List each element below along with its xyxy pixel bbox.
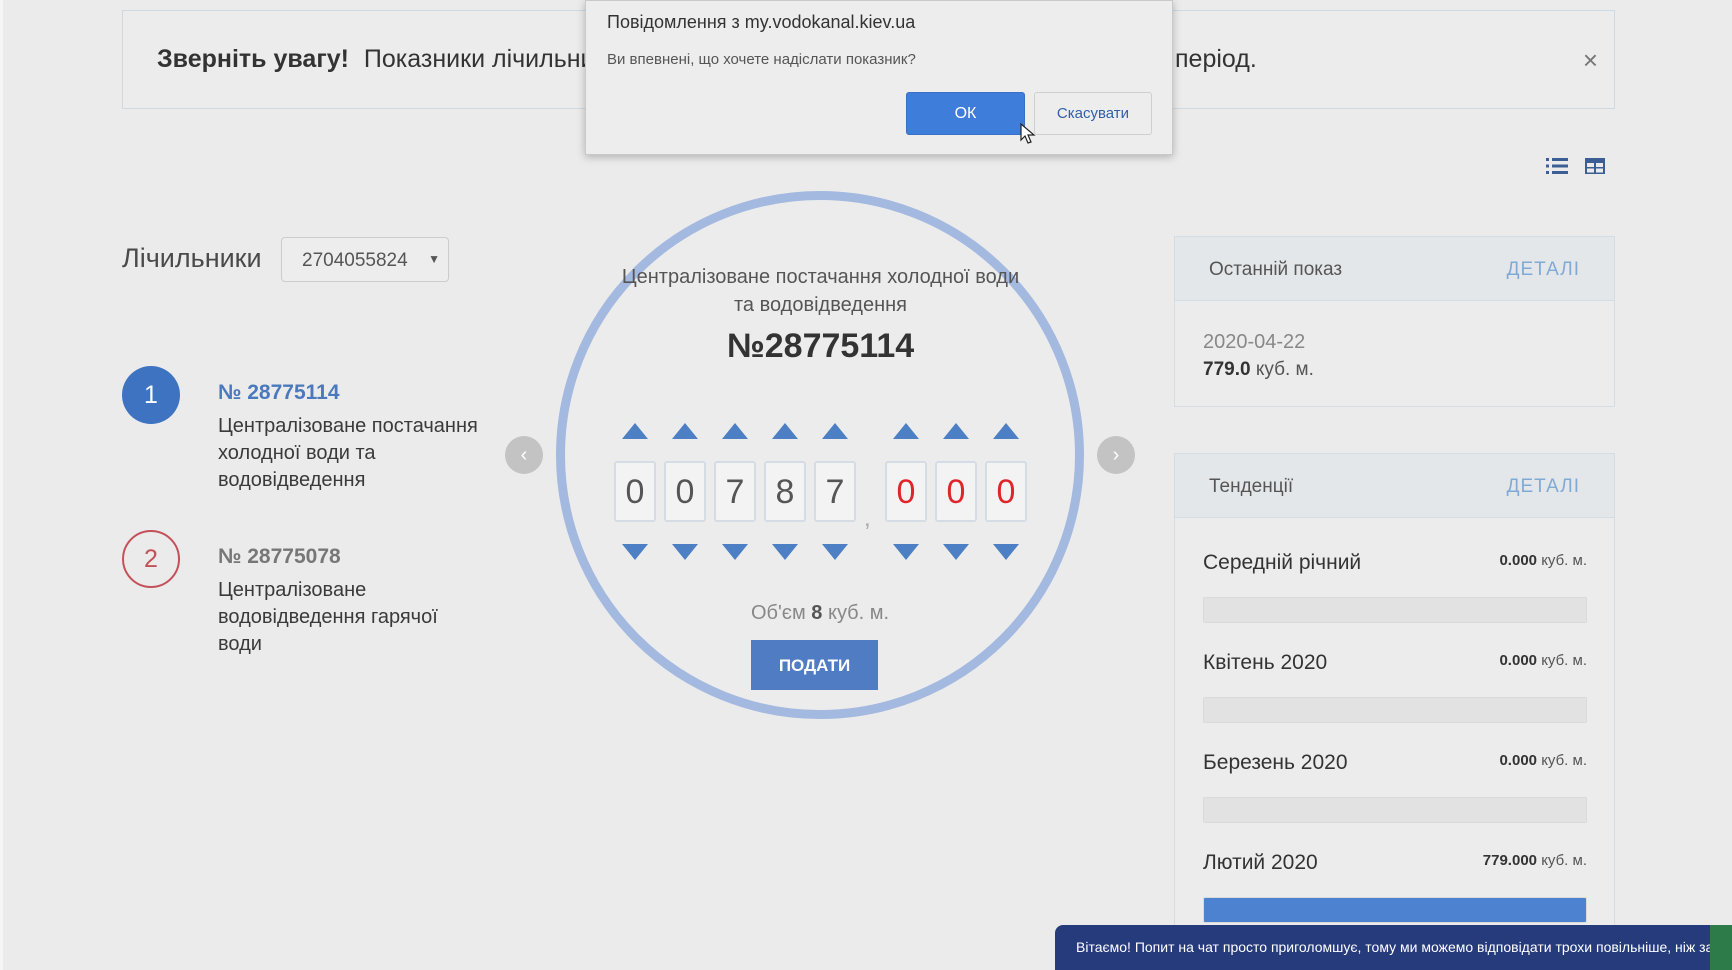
reading-digit[interactable]: 8 [764,461,806,522]
caret-down-icon: ▼ [428,252,440,266]
meter-index-badge[interactable]: 2 [122,530,180,588]
panel-title: Останній показ [1209,259,1343,280]
trend-unit: куб. м. [1541,752,1587,769]
trend-number: 779.000 [1482,852,1538,869]
chat-widget-banner[interactable]: Вітаємо! Попит на чат просто приголомшує… [1055,925,1732,970]
chat-message: Вітаємо! Попит на чат просто приголомшує… [1076,939,1714,955]
reading-digit[interactable]: 7 [714,461,756,522]
mouse-pointer-icon [1020,123,1036,144]
dialog-ok-button[interactable]: ОК [906,92,1025,135]
submit-reading-button[interactable]: ПОДАТИ [751,640,878,690]
chevron-right-icon[interactable]: › [1097,436,1135,474]
digit-decrement-button[interactable] [893,544,919,560]
last-reading-details-link[interactable]: ДЕТАЛІ [1507,259,1580,281]
alert-title: Зверніть увагу! [157,45,349,73]
reading-digit[interactable]: 0 [614,461,656,522]
digit-decrement-button[interactable] [993,544,1019,560]
page-edge [0,0,3,970]
meter-number-link[interactable]: № 28775078 [218,545,341,569]
trend-unit: куб. м. [1541,552,1587,569]
last-reading-value: 779.0 куб. м. [1203,359,1314,381]
meter-description: Централізоване водовідведення гарячої во… [218,579,438,655]
reading-fraction-digit[interactable]: 0 [935,461,977,522]
chat-corner [1710,925,1732,970]
trend-bar [1203,797,1587,823]
digit-increment-button[interactable] [722,423,748,439]
trends-details-link[interactable]: ДЕТАЛІ [1507,476,1580,498]
trend-bar [1203,697,1587,723]
trend-label: Лютий 2020 [1203,851,1318,874]
volume-prefix: Об'єм [750,602,806,624]
list-view-icon[interactable] [1545,155,1569,177]
digit-decrement-button[interactable] [622,544,648,560]
digit-decrement-button[interactable] [772,544,798,560]
digit-increment-button[interactable] [622,423,648,439]
meter-number-link[interactable]: № 28775114 [218,381,340,405]
account-select[interactable]: 2704055824 ▼ [281,237,449,282]
reading-digit[interactable]: 7 [814,461,856,522]
volume-text: Об'єм 8 куб. м. [700,602,940,625]
alert-text: Показники лічильник [363,45,606,73]
meters-label: Лічильники [122,243,262,273]
trend-unit: куб. м. [1541,852,1587,869]
digit-increment-button[interactable] [822,423,848,439]
last-reading-unit: куб. м. [1255,359,1314,380]
trend-value: 779.000 куб. м. [1483,852,1587,869]
digit-decrement-button[interactable] [722,544,748,560]
trend-label: Середній річний [1203,551,1362,574]
reading-fraction-digit[interactable]: 0 [985,461,1027,522]
panel-header: Тенденції ДЕТАЛІ [1175,454,1614,518]
reading-fraction-digit[interactable]: 0 [885,461,927,522]
trend-bar [1203,597,1587,623]
trend-label: Квітень 2020 [1203,651,1328,674]
trend-number: 0.000 [1499,752,1538,769]
dialog-title: Повідомлення з my.vodokanal.kiev.ua [607,12,916,32]
digit-increment-button[interactable] [893,423,919,439]
service-title: Централізоване постачання холодної води … [621,266,1020,316]
digit-increment-button[interactable] [772,423,798,439]
digit-increment-button[interactable] [943,423,969,439]
reading-digit[interactable]: 0 [664,461,706,522]
account-select-value: 2704055824 [302,250,408,271]
meter-index-badge[interactable]: 1 [122,366,180,424]
last-reading-number: 779.0 [1203,359,1251,380]
chevron-left-icon[interactable]: ‹ [505,436,543,474]
trend-number: 0.000 [1499,652,1538,669]
digit-increment-button[interactable] [993,423,1019,439]
trend-unit: куб. м. [1541,652,1587,669]
volume-unit: куб. м. [827,602,890,624]
alert-text-tail: період. [1175,45,1257,73]
confirm-dialog: Повідомлення з my.vodokanal.kiev.ua Ви в… [585,0,1173,155]
digit-decrement-button[interactable] [672,544,698,560]
trend-value: 0.000 куб. м. [1499,752,1587,769]
last-reading-date: 2020-04-22 [1203,331,1306,353]
volume-value: 8 [811,602,823,624]
dialog-message: Ви впевнені, що хочете надіслати показни… [607,51,916,68]
meter-description: Централізоване постачання холодної води … [218,415,478,491]
trend-bar-fill [1204,898,1586,922]
trend-bar [1203,897,1587,923]
alert-message: Зверніть увагу! Показники лічильник [157,45,605,74]
alert-close-icon[interactable]: × [1583,47,1598,73]
dialog-cancel-button[interactable]: Скасувати [1034,92,1152,135]
grid-view-icon[interactable] [1583,155,1607,177]
trend-value: 0.000 куб. м. [1499,552,1587,569]
panel-title: Тенденції [1209,476,1294,497]
trend-label: Березень 2020 [1203,751,1348,774]
trends-panel: Тенденції ДЕТАЛІ Середній річний 0.000 к… [1174,453,1615,970]
last-reading-panel: Останній показ ДЕТАЛІ 2020-04-22 779.0 к… [1174,236,1615,407]
digit-decrement-button[interactable] [822,544,848,560]
digit-decrement-button[interactable] [943,544,969,560]
decimal-separator: , [864,505,871,532]
meter-number-title: №28775114 [726,327,915,365]
trend-value: 0.000 куб. м. [1499,652,1587,669]
trend-number: 0.000 [1499,552,1538,569]
digit-increment-button[interactable] [672,423,698,439]
panel-header: Останній показ ДЕТАЛІ [1175,237,1614,301]
